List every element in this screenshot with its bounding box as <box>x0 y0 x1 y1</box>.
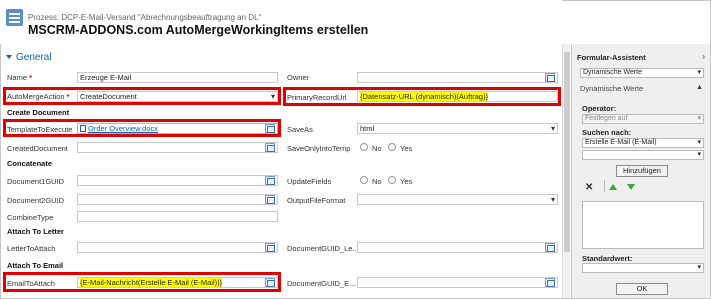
operator-label: Operator: <box>582 104 617 113</box>
letter-to-attach-field[interactable] <box>77 242 278 253</box>
document1-guid-field[interactable] <box>77 175 278 186</box>
created-document-field[interactable] <box>77 142 278 153</box>
ok-button[interactable]: OK <box>616 283 668 295</box>
process-label: Prozess: DCP-E-Mail-Versand "Abrechnungs… <box>28 13 262 22</box>
move-down-icon[interactable] <box>627 184 635 190</box>
save-as-label: SaveAs <box>287 125 313 134</box>
dynamic-values-list[interactable] <box>582 201 704 249</box>
toolbar-separator <box>604 180 605 192</box>
collapse-triangle-icon <box>6 55 12 60</box>
operator-select[interactable]: Festlegen auf <box>582 114 704 124</box>
radio-no-label: No <box>372 177 382 186</box>
owner-label: Owner <box>287 73 310 82</box>
section-title: General <box>16 52 52 63</box>
radio-yes-label: Yes <box>400 144 413 153</box>
panel-title: Formular-Assistent <box>577 53 646 62</box>
form-scrollbar[interactable] <box>562 44 570 298</box>
created-document-label: CreatedDocument <box>7 144 68 153</box>
default-value-label: Standardwert: <box>582 254 633 263</box>
save-only-into-temp-no-radio[interactable] <box>360 143 368 151</box>
save-only-into-temp-label: SaveOnlyIntoTemp <box>287 144 351 153</box>
group-concatenate: Concatenate <box>7 159 53 168</box>
lookup-icon[interactable] <box>265 243 275 252</box>
highlight-box-automergeaction <box>3 87 281 105</box>
form-assistant-panel: Formular-Assistent › Dynamische Werte Dy… <box>571 44 710 298</box>
combine-type-field[interactable] <box>77 211 278 222</box>
radio-yes-label: Yes <box>400 177 413 186</box>
combine-type-label: CombineType <box>7 213 54 222</box>
lookup-icon[interactable] <box>545 278 555 287</box>
form-header: Prozess: DCP-E-Mail-Versand "Abrechnungs… <box>0 0 562 44</box>
section-general[interactable]: General <box>6 52 52 63</box>
document1-guid-label: Document1GUID <box>7 177 65 186</box>
add-button[interactable]: Hinzufügen <box>616 165 668 177</box>
letter-to-attach-label: LetterToAttach <box>7 244 56 253</box>
output-file-format-label: OutputFileFormat <box>287 196 346 205</box>
document-guid-e-field[interactable] <box>357 277 558 288</box>
document-guid-le-field[interactable] <box>357 242 558 253</box>
save-only-into-temp-yes-radio[interactable] <box>388 143 396 151</box>
group-attach-to-letter: Attach To Letter <box>7 227 64 236</box>
radio-no-label: No <box>372 144 382 153</box>
name-field[interactable]: Erzeuge E-Mail <box>77 72 278 83</box>
collapse-triangle-icon[interactable]: ▲ <box>696 84 703 91</box>
update-fields-yes-radio[interactable] <box>388 176 396 184</box>
dynamic-values-select[interactable]: Dynamische Werte <box>580 68 704 78</box>
search-label: Suchen nach: <box>582 128 632 137</box>
group-attach-to-email: Attach To Email <box>7 261 64 270</box>
highlight-box-primaryrecordurl <box>283 87 561 106</box>
owner-field[interactable] <box>357 72 558 83</box>
lookup-icon[interactable] <box>545 73 555 82</box>
output-file-format-select[interactable] <box>357 194 558 205</box>
default-value-select[interactable] <box>582 263 704 273</box>
highlight-box-email <box>3 272 281 292</box>
lookup-icon[interactable] <box>265 176 275 185</box>
name-label: Name * <box>7 73 33 82</box>
scrollbar-thumb[interactable] <box>564 52 570 252</box>
move-up-icon[interactable] <box>609 184 617 190</box>
update-fields-no-radio[interactable] <box>360 176 368 184</box>
chevron-right-icon[interactable]: › <box>702 52 705 61</box>
search-select-secondary[interactable] <box>582 150 704 160</box>
document-guid-le-label: DocumentGUID_Le... <box>287 244 359 253</box>
delete-icon[interactable]: ✕ <box>585 182 593 193</box>
search-select[interactable]: Erstelle E-Mail (E-Mail) <box>582 138 704 148</box>
document2-guid-field[interactable] <box>77 194 278 205</box>
lookup-icon[interactable] <box>265 195 275 204</box>
update-fields-label: UpdateFields <box>287 177 332 186</box>
save-as-select[interactable]: html <box>357 123 558 134</box>
process-icon <box>6 9 23 26</box>
document-guid-e-label: DocumentGUID_E... <box>287 279 356 288</box>
highlight-box-template <box>3 119 281 137</box>
lookup-icon[interactable] <box>265 143 275 152</box>
page-title: MSCRM-ADDONS.com AutoMergeWorkingItems e… <box>28 23 369 37</box>
group-create-document: Create Document <box>7 108 70 117</box>
dynamic-values-header: Dynamische Werte <box>580 84 644 93</box>
document2-guid-label: Document2GUID <box>7 196 65 205</box>
lookup-icon[interactable] <box>545 243 555 252</box>
